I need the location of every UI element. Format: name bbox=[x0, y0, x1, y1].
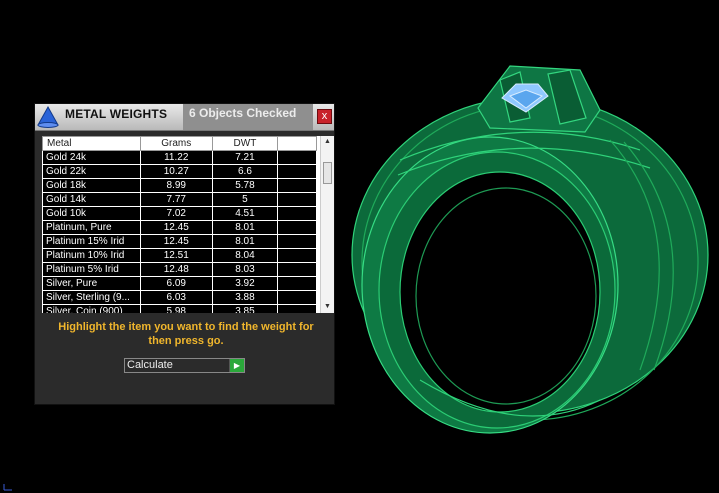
table-body: Gold 24k 11.22 7.21 Gold 22k 10.27 6.6 Gold 18… bbox=[42, 150, 317, 313]
grams-cell[interactable]: 6.09 bbox=[139, 276, 213, 291]
empty-cell[interactable] bbox=[277, 220, 317, 235]
empty-cell[interactable] bbox=[277, 248, 317, 263]
dwt-cell[interactable]: 5.78 bbox=[211, 178, 279, 193]
close-icon: x bbox=[321, 110, 328, 122]
metal-cell[interactable]: Gold 24k bbox=[42, 150, 141, 165]
table-row[interactable]: Gold 18k 8.99 5.78 bbox=[42, 178, 317, 193]
dwt-cell[interactable]: 8.03 bbox=[211, 262, 279, 277]
metal-cell[interactable]: Gold 22k bbox=[42, 164, 141, 179]
metal-table: Metal Grams DWT Gold 24k 11.22 7.21 Gold 22… bbox=[42, 136, 334, 313]
column-header-dwt[interactable]: DWT bbox=[211, 136, 279, 151]
dwt-cell[interactable]: 3.85 bbox=[211, 304, 279, 313]
metal-cell[interactable]: Platinum 10% Irid bbox=[42, 248, 141, 263]
column-header-extra[interactable] bbox=[277, 136, 317, 151]
instruction-line-2: then press go. bbox=[148, 335, 224, 347]
empty-cell[interactable] bbox=[277, 234, 317, 249]
axis-indicator-icon bbox=[3, 484, 12, 491]
empty-cell[interactable] bbox=[277, 290, 317, 305]
close-button[interactable]: x bbox=[317, 109, 332, 124]
grams-cell[interactable]: 7.77 bbox=[139, 192, 213, 207]
table-row[interactable]: Platinum, Pure 12.45 8.01 bbox=[42, 220, 317, 235]
metal-cell[interactable]: Platinum, Pure bbox=[42, 220, 141, 235]
empty-cell[interactable] bbox=[277, 206, 317, 221]
grams-cell[interactable]: 12.48 bbox=[139, 262, 213, 277]
column-header-metal[interactable]: Metal bbox=[42, 136, 141, 151]
grams-cell[interactable]: 10.27 bbox=[139, 164, 213, 179]
grams-cell[interactable]: 12.51 bbox=[139, 248, 213, 263]
objects-checked-status: 6 Objects Checked bbox=[183, 104, 313, 130]
table-header-row: Metal Grams DWT bbox=[42, 136, 317, 151]
dwt-cell[interactable]: 8.04 bbox=[211, 248, 279, 263]
empty-cell[interactable] bbox=[277, 164, 317, 179]
instruction-line-1: Highlight the item you want to find the … bbox=[58, 321, 314, 333]
metal-cell[interactable]: Silver, Sterling (9... bbox=[42, 290, 141, 305]
triangle-3d-icon bbox=[37, 105, 59, 128]
scroll-up-icon[interactable]: ▲ bbox=[321, 136, 334, 148]
go-button[interactable]: ▶ bbox=[229, 359, 244, 372]
table-row[interactable]: Platinum 15% Irid 12.45 8.01 bbox=[42, 234, 317, 249]
dwt-cell[interactable]: 8.01 bbox=[211, 220, 279, 235]
empty-cell[interactable] bbox=[277, 192, 317, 207]
scroll-down-icon[interactable]: ▼ bbox=[321, 301, 334, 313]
scroll-thumb[interactable] bbox=[323, 162, 332, 184]
metal-cell[interactable]: Platinum 15% Irid bbox=[42, 234, 141, 249]
metal-cell[interactable]: Gold 14k bbox=[42, 192, 141, 207]
dwt-cell[interactable]: 8.01 bbox=[211, 234, 279, 249]
table-row[interactable]: Gold 14k 7.77 5 bbox=[42, 192, 317, 207]
table-row[interactable]: Silver, Pure 6.09 3.92 bbox=[42, 276, 317, 291]
instruction-text: Highlight the item you want to find the … bbox=[41, 320, 331, 348]
empty-cell[interactable] bbox=[277, 276, 317, 291]
empty-cell[interactable] bbox=[277, 178, 317, 193]
dwt-cell[interactable]: 6.6 bbox=[211, 164, 279, 179]
grams-cell[interactable]: 8.99 bbox=[139, 178, 213, 193]
metal-weights-table: Metal Grams DWT Gold 24k 11.22 7.21 Gold 22… bbox=[42, 136, 317, 313]
table-row[interactable]: Gold 10k 7.02 4.51 bbox=[42, 206, 317, 221]
grams-cell[interactable]: 6.03 bbox=[139, 290, 213, 305]
metal-cell[interactable]: Gold 10k bbox=[42, 206, 141, 221]
dwt-cell[interactable]: 5 bbox=[211, 192, 279, 207]
grams-cell[interactable]: 11.22 bbox=[139, 150, 213, 165]
empty-cell[interactable] bbox=[277, 262, 317, 277]
table-row[interactable]: Silver, Sterling (9... 6.03 3.88 bbox=[42, 290, 317, 305]
dwt-cell[interactable]: 4.51 bbox=[211, 206, 279, 221]
grams-cell[interactable]: 12.45 bbox=[139, 220, 213, 235]
column-header-grams[interactable]: Grams bbox=[139, 136, 213, 151]
metal-cell[interactable]: Platinum 5% Irid bbox=[42, 262, 141, 277]
table-row[interactable]: Silver, Coin (900) 5.98 3.85 bbox=[42, 304, 317, 313]
empty-cell[interactable] bbox=[277, 304, 317, 313]
calculate-control[interactable]: Calculate ▶ bbox=[124, 358, 245, 373]
dwt-cell[interactable]: 3.92 bbox=[211, 276, 279, 291]
calculate-label: Calculate bbox=[127, 359, 173, 371]
panel-titlebar[interactable]: METAL WEIGHTS 6 Objects Checked x bbox=[35, 104, 334, 131]
panel-title: METAL WEIGHTS bbox=[65, 107, 168, 121]
metal-cell[interactable]: Silver, Coin (900) bbox=[42, 304, 141, 313]
metal-cell[interactable]: Silver, Pure bbox=[42, 276, 141, 291]
grams-cell[interactable]: 7.02 bbox=[139, 206, 213, 221]
table-row[interactable]: Gold 24k 11.22 7.21 bbox=[42, 150, 317, 165]
table-row[interactable]: Platinum 10% Irid 12.51 8.04 bbox=[42, 248, 317, 263]
dwt-cell[interactable]: 7.21 bbox=[211, 150, 279, 165]
play-arrow-icon: ▶ bbox=[233, 361, 241, 370]
ring-model[interactable] bbox=[351, 65, 709, 434]
metal-weights-panel: METAL WEIGHTS 6 Objects Checked x Metal … bbox=[34, 103, 335, 405]
grams-cell[interactable]: 12.45 bbox=[139, 234, 213, 249]
table-row[interactable]: Gold 22k 10.27 6.6 bbox=[42, 164, 317, 179]
metal-cell[interactable]: Gold 18k bbox=[42, 178, 141, 193]
grams-cell[interactable]: 5.98 bbox=[139, 304, 213, 313]
dwt-cell[interactable]: 3.88 bbox=[211, 290, 279, 305]
table-row[interactable]: Platinum 5% Irid 12.48 8.03 bbox=[42, 262, 317, 277]
table-scrollbar[interactable]: ▲ ▼ bbox=[320, 136, 334, 313]
empty-cell[interactable] bbox=[277, 150, 317, 165]
